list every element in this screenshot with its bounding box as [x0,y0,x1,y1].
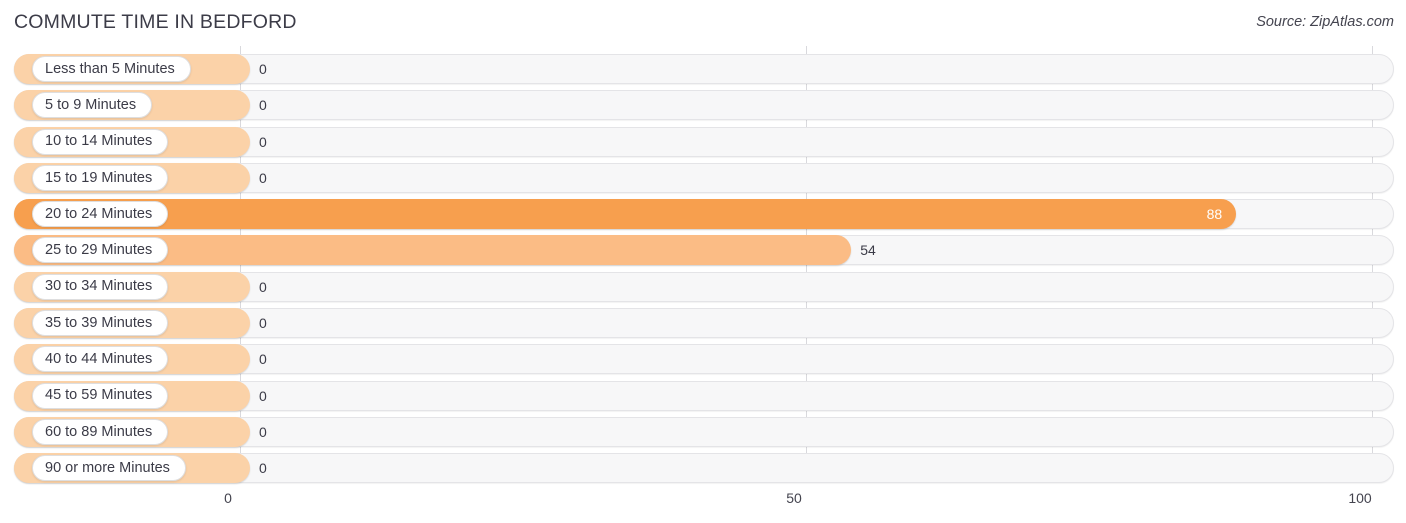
page-title: COMMUTE TIME IN BEDFORD [14,11,297,33]
bar-rows: Less than 5 Minutes 0 5 to 9 Minutes 0 10 to… [0,46,1406,484]
bar-category-label: 35 to 39 Minutes [45,314,153,331]
bar-value-label: 0 [259,278,267,295]
bar-category-label: 15 to 19 Minutes [45,169,153,186]
chart-header: COMMUTE TIME IN BEDFORD Source: ZipAtlas… [0,0,1406,46]
table-row: Less than 5 Minutes 0 [0,54,1406,84]
bar-label-pill: 60 to 89 Minutes [32,418,169,445]
bar-label-pill: 40 to 44 Minutes [32,346,169,373]
table-row: 90 or more Minutes 0 [0,453,1406,484]
table-row: 5 to 9 Minutes 0 [0,90,1406,121]
bar-category-label: 90 or more Minutes [45,459,170,476]
table-row: 35 to 39 Minutes 0 [0,307,1406,338]
bar-category-label: Less than 5 Minutes [45,60,175,77]
bar-category-label: 30 to 34 Minutes [45,278,153,295]
bar-label-pill: 45 to 59 Minutes [32,382,169,409]
bar-value-label: 0 [259,133,267,150]
table-row: 60 to 89 Minutes 0 [0,416,1406,447]
bar-category-label: 40 to 44 Minutes [45,350,153,367]
bar-label-pill: 30 to 34 Minutes [32,273,169,300]
bar-label-pill: 10 to 14 Minutes [32,128,169,155]
bar-value-label: 0 [259,460,267,477]
x-axis: 0 50 100 [0,482,1406,523]
bar-category-label: 20 to 24 Minutes [45,205,153,222]
chart-plot-area: Less than 5 Minutes 0 5 to 9 Minutes 0 10 to… [0,46,1406,484]
bar-value-label: 0 [259,61,267,77]
bar-5[interactable] [14,199,1237,230]
bar-label-pill: 25 to 29 Minutes [32,237,169,264]
table-row: 25 to 29 Minutes 54 [0,235,1406,266]
bar-label-pill: 35 to 39 Minutes [32,309,169,336]
bar-label-pill: 15 to 19 Minutes [32,164,169,191]
bar-category-label: 10 to 14 Minutes [45,133,153,150]
x-tick-50: 50 [786,490,802,506]
bar-category-label: 25 to 29 Minutes [45,242,153,259]
x-tick-0: 0 [224,490,232,506]
table-row: 45 to 59 Minutes 0 [0,380,1406,411]
x-tick-100: 100 [1348,490,1372,506]
bar-label-pill: Less than 5 Minutes [32,56,191,82]
bar-label-pill: 5 to 9 Minutes [32,92,153,119]
table-row: 40 to 44 Minutes 0 [0,344,1406,375]
bar-value-label: 54 [860,242,876,259]
table-row: 30 to 34 Minutes 0 [0,271,1406,302]
bar-category-label: 5 to 9 Minutes [45,97,137,114]
bar-value-label: 0 [259,169,267,186]
bar-value-label: 88 [1206,206,1223,223]
table-row: 20 to 24 Minutes 88 [0,199,1406,230]
bar-value-label: 0 [259,97,267,114]
bar-value-label: 0 [259,351,267,368]
table-row: 15 to 19 Minutes 0 [0,162,1406,193]
bar-label-pill: 20 to 24 Minutes [32,201,169,228]
bar-label-pill: 90 or more Minutes [32,455,186,482]
source-attribution: Source: ZipAtlas.com [1256,14,1394,30]
bar-value-label: 0 [259,423,267,440]
bar-value-label: 0 [259,387,267,404]
bar-category-label: 45 to 59 Minutes [45,387,153,404]
bar-value-label: 0 [259,314,267,331]
table-row: 10 to 14 Minutes 0 [0,126,1406,157]
bar-category-label: 60 to 89 Minutes [45,423,153,440]
